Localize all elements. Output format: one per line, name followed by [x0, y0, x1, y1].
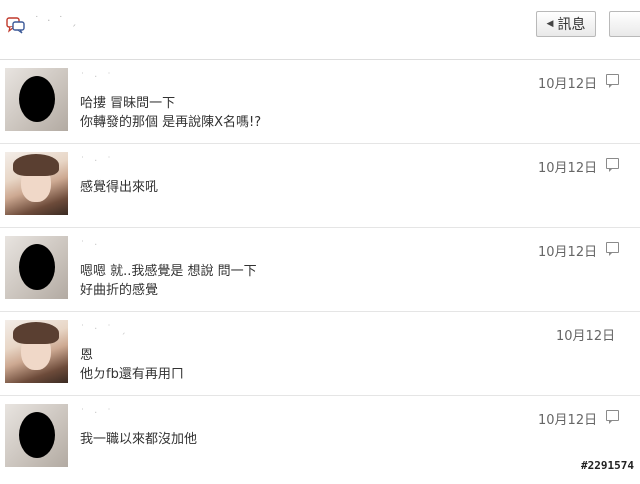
chat-bubbles-icon — [6, 16, 26, 36]
left-arrow-icon: ◀ — [546, 19, 554, 29]
redacted-sender-name: ˙ ‧ ˙ ˏ — [80, 324, 129, 335]
avatar[interactable] — [5, 236, 68, 299]
message-time: 10月12日 — [538, 77, 598, 92]
message-item: ˙ ‧ ˙ 10月12日 我一職以來都沒加他 — [0, 398, 640, 480]
message-item: ˙ ‧ ˙ ˏ 10月12日 恩 他ㄉfb還有再用ㄇ — [0, 314, 640, 396]
message-line: 你轉發的那個 是再說陳X名嗎!? — [80, 115, 262, 130]
message-line: 嗯嗯 就..我感覺是 想說 問一下 — [80, 264, 257, 279]
redacted-sender-name: ˙ ‧ ˙ — [80, 408, 115, 419]
message-time: 10月12日 — [538, 161, 598, 176]
redacted-conversation-name: ˙ ‧ ˙ ˏ — [34, 14, 79, 27]
reply-icon[interactable] — [606, 74, 619, 88]
message-line: 哈摟 冒昧問一下 — [80, 96, 176, 111]
redacted-sender-name: ˙ ‧ ˙ — [80, 72, 115, 83]
avatar[interactable] — [5, 404, 68, 467]
reply-icon[interactable] — [606, 242, 619, 256]
messages-button[interactable]: ◀ 訊息 — [536, 11, 596, 37]
message-line: 他ㄉfb還有再用ㄇ — [80, 367, 184, 382]
avatar[interactable] — [5, 152, 68, 215]
message-line: 感覺得出來吼 — [80, 180, 159, 195]
message-item: ˙ ‧ 10月12日 嗯嗯 就..我感覺是 想說 問一下 好曲折的感覺 — [0, 230, 640, 312]
redacted-sender-name: ˙ ‧ ˙ — [80, 156, 115, 167]
message-body: 我一職以來都沒加他 — [80, 430, 197, 449]
message-time: 10月12日 — [538, 413, 598, 428]
message-line: 好曲折的感覺 — [80, 283, 159, 298]
reply-icon[interactable] — [606, 158, 619, 172]
message-time: 10月12日 — [538, 245, 598, 260]
message-line: 恩 — [80, 348, 94, 363]
header-divider — [0, 59, 640, 60]
message-item: ˙ ‧ ˙ 10月12日 哈摟 冒昧問一下 你轉發的那個 是再說陳X名嗎!? — [0, 62, 640, 144]
messages-button-label: 訊息 — [557, 17, 586, 33]
message-thread: ˙ ‧ ˙ 10月12日 哈摟 冒昧問一下 你轉發的那個 是再說陳X名嗎!? ˙… — [0, 62, 640, 482]
message-body: 恩 他ㄉfb還有再用ㄇ — [80, 346, 184, 384]
actions-button[interactable] — [609, 11, 640, 37]
avatar[interactable] — [5, 68, 68, 131]
message-time: 10月12日 — [556, 329, 616, 344]
message-item: ˙ ‧ ˙ 10月12日 感覺得出來吼 — [0, 146, 640, 228]
message-body: 感覺得出來吼 — [80, 178, 158, 197]
message-body: 嗯嗯 就..我感覺是 想說 問一下 好曲折的感覺 — [80, 262, 257, 300]
message-line: 我一職以來都沒加他 — [80, 432, 198, 447]
watermark: #2291574 — [581, 459, 634, 472]
avatar[interactable] — [5, 320, 68, 383]
reply-icon[interactable] — [606, 410, 619, 424]
message-body: 哈摟 冒昧問一下 你轉發的那個 是再說陳X名嗎!? — [80, 94, 261, 132]
redacted-sender-name: ˙ ‧ — [80, 240, 101, 251]
